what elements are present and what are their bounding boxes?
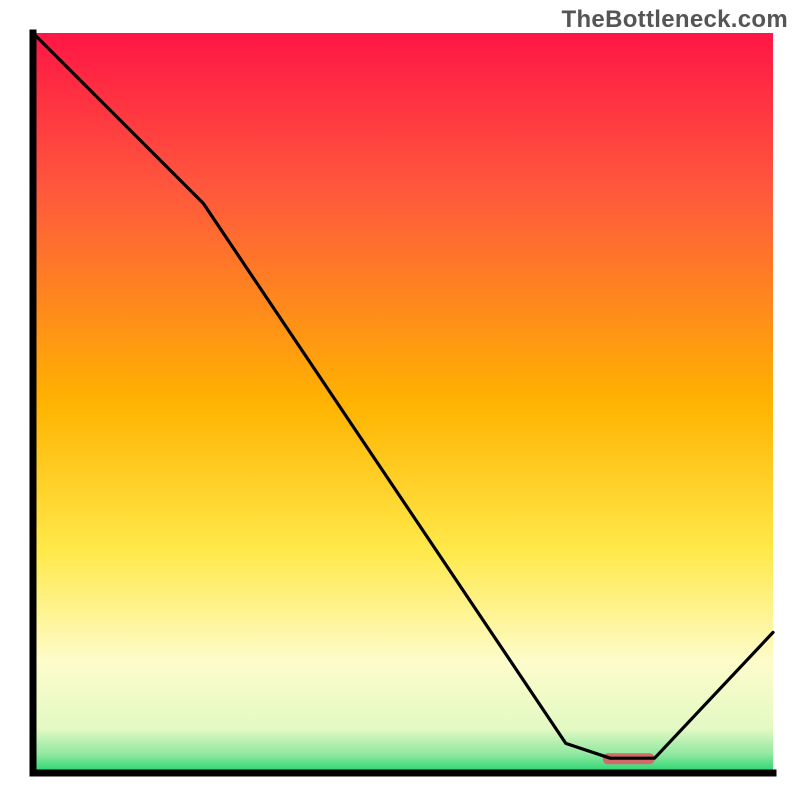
bottleneck-plot (0, 0, 800, 800)
chart-container: TheBottleneck.com (0, 0, 800, 800)
